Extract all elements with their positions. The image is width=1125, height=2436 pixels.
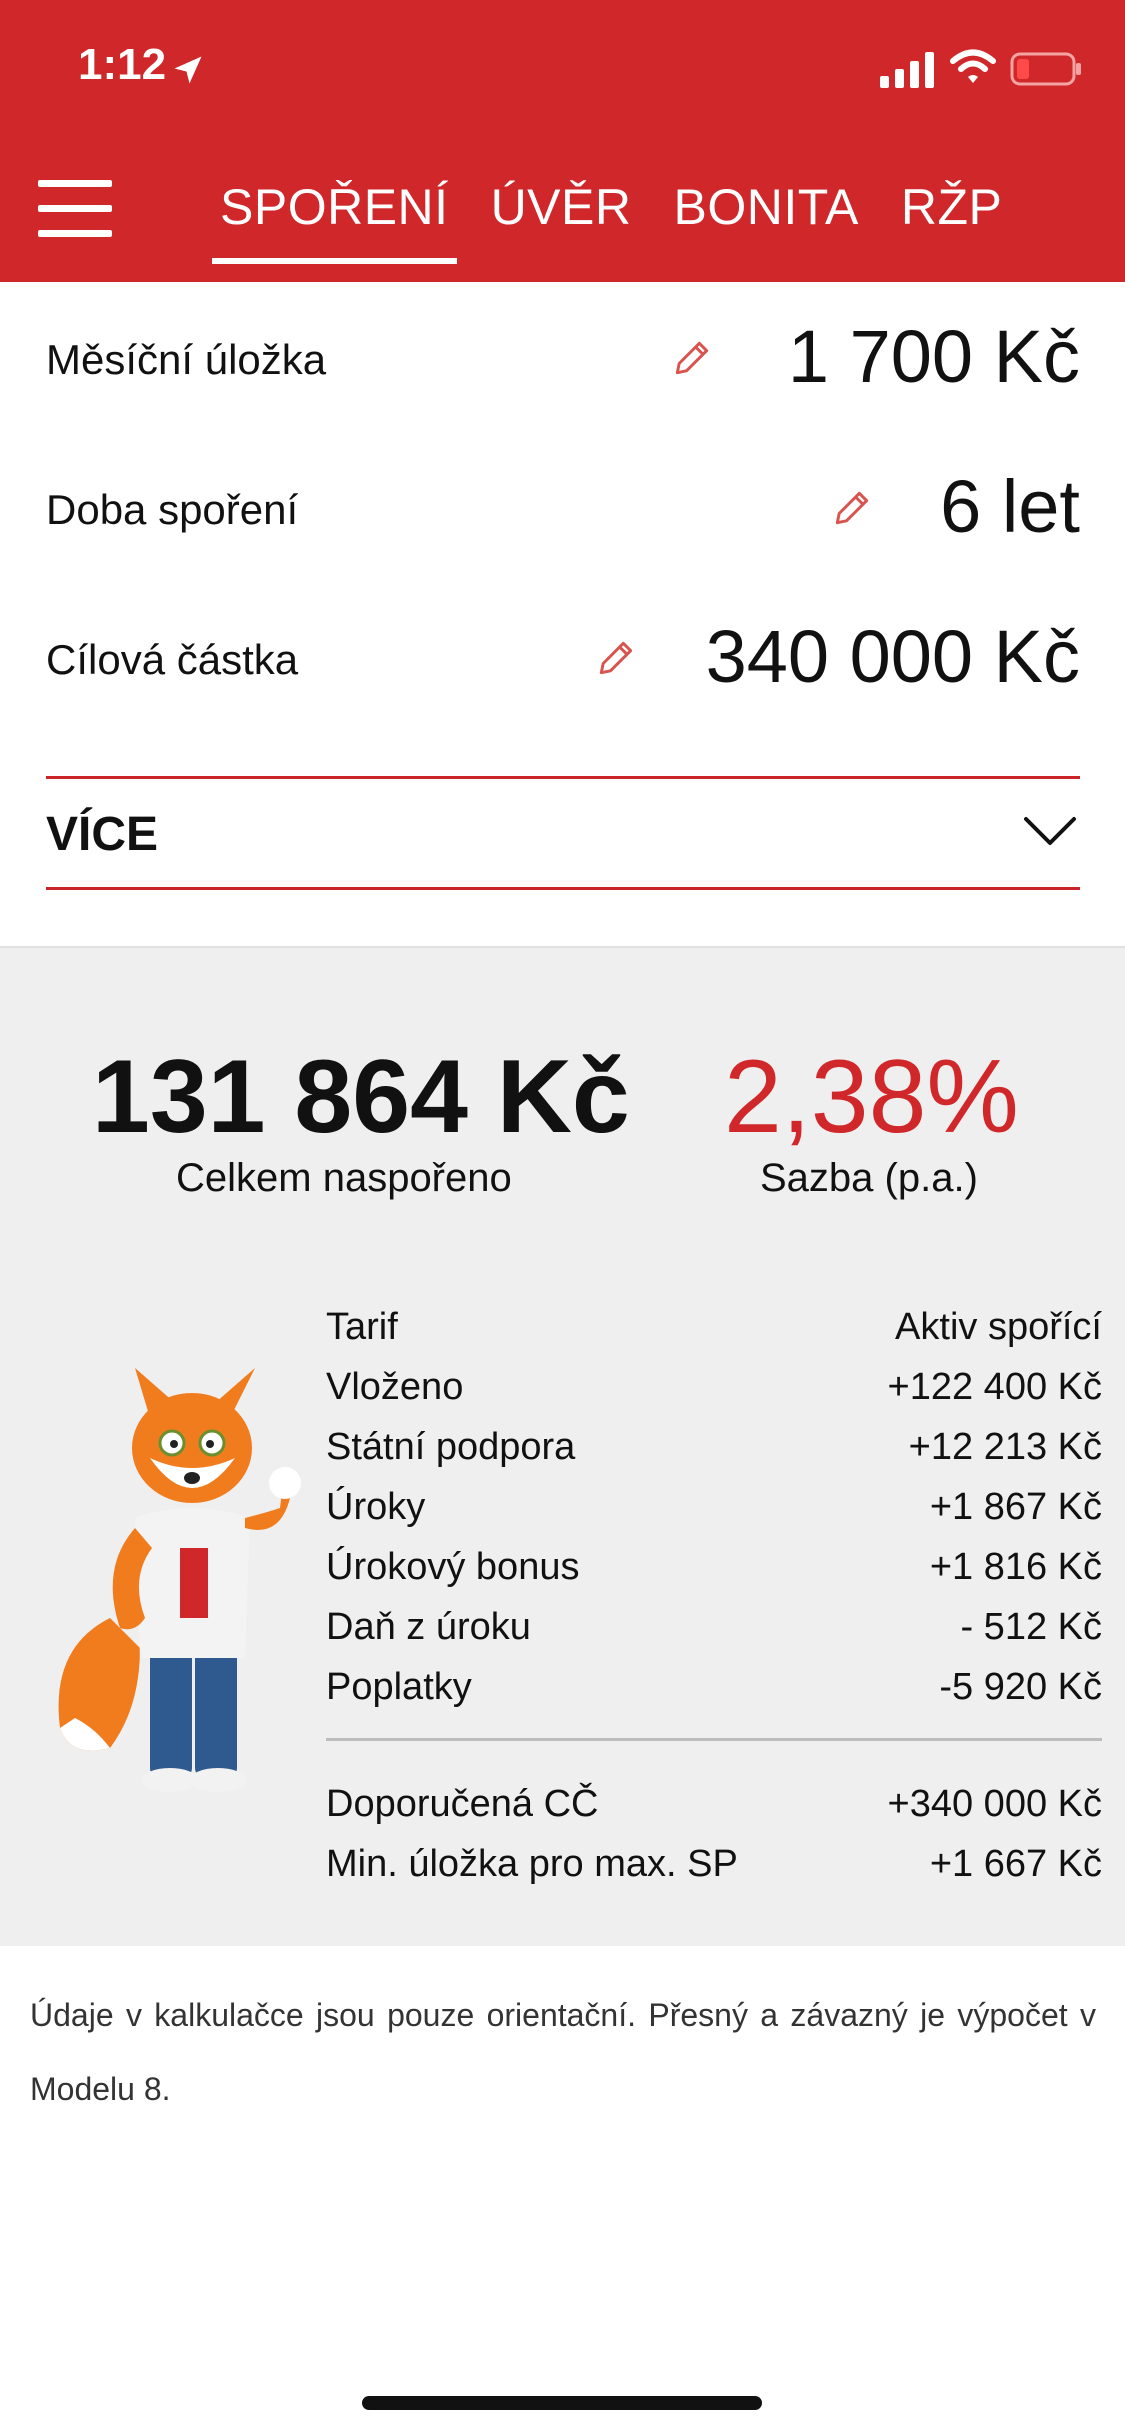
summary-value: +340 000 Kč xyxy=(887,1783,1102,1825)
monthly-deposit-label: Měsíční úložka xyxy=(46,336,327,383)
status-time: 1:12 xyxy=(78,40,167,89)
wifi-icon xyxy=(950,49,996,83)
target-amount-row[interactable]: Cílová částka 340 000 Kč xyxy=(46,600,1080,710)
detail-value: Aktiv spořící xyxy=(895,1306,1102,1348)
summary-row: Doporučená CČ +340 000 Kč xyxy=(326,1775,1102,1835)
detail-row: Tarif Aktiv spořící xyxy=(326,1298,1102,1358)
results-panel: 131 864 Kč Celkem naspořeno 2,38% Sazba … xyxy=(0,948,1125,1946)
total-saved-label: Celkem naspořeno xyxy=(176,1156,512,1200)
signal-icon xyxy=(880,52,934,88)
detail-key: Vloženo xyxy=(326,1366,464,1408)
detail-row: Státní podpora +12 213 Kč xyxy=(326,1418,1102,1478)
detail-row: Daň z úroku - 512 Kč xyxy=(326,1598,1102,1658)
tab-rzp[interactable]: RŽP xyxy=(901,178,1003,238)
fox-mascot xyxy=(58,1368,301,1792)
chevron-down-icon[interactable] xyxy=(1022,813,1078,849)
detail-value: - 512 Kč xyxy=(960,1606,1102,1648)
detail-key: Státní podpora xyxy=(326,1426,576,1468)
saving-period-row[interactable]: Doba spoření 6 let xyxy=(46,450,1080,560)
detail-row: Vloženo +122 400 Kč xyxy=(326,1358,1102,1418)
disclaimer-text: Údaje v kalkulačce jsou pouze orientační… xyxy=(30,1997,1096,2107)
detail-row: Poplatky -5 920 Kč xyxy=(326,1658,1102,1718)
detail-key: Úroky xyxy=(326,1486,426,1528)
app-header: 1:12 SPOŘENÍ ÚVĚR BONITA RŽP xyxy=(0,0,1125,282)
saving-period-value[interactable]: 6 let xyxy=(940,464,1080,549)
more-toggle[interactable]: VÍCE xyxy=(46,776,1080,890)
summary-value: +1 667 Kč xyxy=(929,1843,1102,1885)
detail-key: Tarif xyxy=(326,1306,398,1348)
rate-label: Sazba (p.a.) xyxy=(760,1156,978,1200)
target-amount-value[interactable]: 340 000 Kč xyxy=(706,614,1080,699)
tab-uver[interactable]: ÚVĚR xyxy=(491,178,632,238)
more-label: VÍCE xyxy=(46,808,159,861)
detail-value: +122 400 Kč xyxy=(887,1366,1102,1408)
detail-value: +1 816 Kč xyxy=(929,1546,1102,1588)
location-arrow-icon xyxy=(174,56,202,84)
tab-bonita[interactable]: BONITA xyxy=(673,178,858,238)
monthly-deposit-row[interactable]: Měsíční úložka 1 700 Kč xyxy=(46,300,1080,410)
tab-bar: SPOŘENÍ ÚVĚR BONITA RŽP xyxy=(212,178,1044,264)
details-list: Tarif Aktiv spořící Vloženo +122 400 Kč … xyxy=(326,1298,1102,1895)
detail-key: Poplatky xyxy=(326,1666,472,1708)
home-indicator[interactable] xyxy=(362,2396,762,2410)
detail-value: -5 920 Kč xyxy=(939,1666,1102,1708)
detail-row: Úroky +1 867 Kč xyxy=(326,1478,1102,1538)
rate-value: 2,38% xyxy=(724,1039,1019,1155)
total-saved-value: 131 864 Kč xyxy=(92,1039,630,1155)
detail-value: +1 867 Kč xyxy=(929,1486,1102,1528)
details-divider xyxy=(326,1738,1102,1741)
summary-key: Min. úložka pro max. SP xyxy=(326,1843,738,1885)
detail-value: +12 213 Kč xyxy=(908,1426,1102,1468)
saving-period-label: Doba spoření xyxy=(46,486,299,533)
detail-row: Úrokový bonus +1 816 Kč xyxy=(326,1538,1102,1598)
pencil-icon[interactable] xyxy=(670,336,714,380)
pencil-icon[interactable] xyxy=(830,486,874,530)
battery-icon xyxy=(1010,52,1081,86)
detail-key: Daň z úroku xyxy=(326,1606,531,1648)
tab-sporeni[interactable]: SPOŘENÍ xyxy=(212,178,457,264)
pencil-icon[interactable] xyxy=(594,636,638,680)
summary-key: Doporučená CČ xyxy=(326,1783,599,1825)
detail-key: Úrokový bonus xyxy=(326,1546,580,1588)
monthly-deposit-value[interactable]: 1 700 Kč xyxy=(788,314,1080,399)
target-amount-label: Cílová částka xyxy=(46,636,299,683)
menu-icon[interactable] xyxy=(38,180,112,237)
summary-row: Min. úložka pro max. SP +1 667 Kč xyxy=(326,1835,1102,1895)
